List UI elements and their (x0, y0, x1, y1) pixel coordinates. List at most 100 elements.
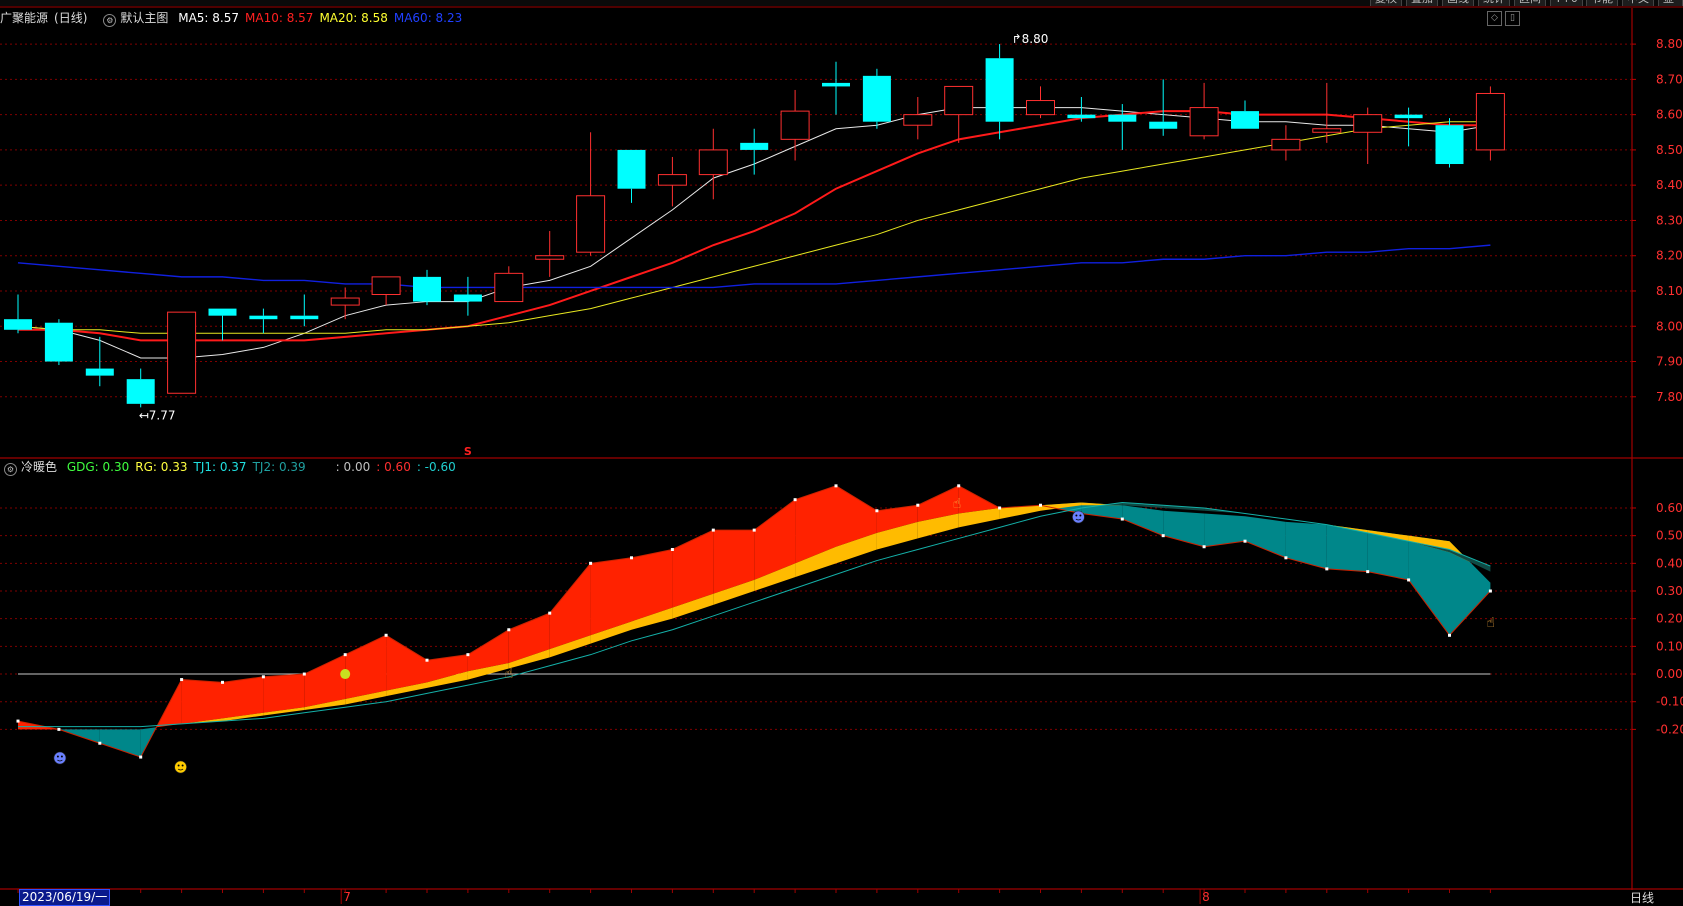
smile-face-icon-circle (174, 760, 187, 774)
gdg-point (1161, 534, 1165, 538)
candle (208, 308, 237, 341)
candle (44, 319, 73, 366)
candle-body (167, 311, 197, 394)
gdg-point (1039, 503, 1042, 507)
candle (371, 276, 401, 306)
main-tick-label: 8.30 (1656, 213, 1683, 227)
candle-body (1108, 114, 1137, 122)
candle-body (4, 319, 32, 330)
candle-body (1067, 114, 1096, 119)
candle (862, 68, 891, 129)
candle (903, 97, 933, 140)
candle (1189, 82, 1219, 140)
hand-pointer-icon-2: ☝ (953, 496, 962, 512)
candle-body (249, 315, 278, 320)
candle-body (822, 82, 850, 87)
candle (1067, 97, 1096, 122)
indicator-tick-label: -0.10 (1656, 695, 1683, 709)
sad-face-icon-eye (56, 755, 59, 758)
gdg-point (1202, 545, 1206, 549)
sad-face-icon-2-circle (1072, 510, 1085, 524)
candle-body (740, 142, 769, 150)
green-signal-icon (340, 669, 351, 680)
candle-body (1394, 114, 1423, 119)
gdg-point (343, 653, 347, 657)
candle (290, 294, 319, 327)
gdg-point (1448, 633, 1451, 637)
month-label: 7 (343, 890, 351, 904)
main-tick-label: 7.90 (1656, 355, 1683, 369)
indicator-tick-label: 0.40 (1656, 556, 1683, 570)
candle-body (371, 276, 401, 296)
indicator-tick-label: 0.20 (1656, 612, 1683, 626)
sad-face-icon-2 (1072, 510, 1085, 524)
gdg-point (670, 547, 674, 551)
gdg-point (834, 484, 838, 488)
candle-body (85, 368, 114, 376)
gdg-point (630, 556, 633, 560)
candle (698, 128, 728, 200)
gdg-point (957, 484, 961, 488)
warm-cool-band (99, 729, 141, 758)
candle-body (44, 322, 73, 362)
gdg-point (1325, 567, 1329, 571)
warm-cool-band (304, 654, 346, 708)
indicator-tick-label: 0.10 (1656, 639, 1683, 653)
candle-body (413, 276, 441, 302)
candle-body (985, 58, 1014, 122)
candle (657, 156, 687, 207)
month-label: 8 (1202, 890, 1210, 904)
period-label[interactable]: 日线 (1630, 889, 1654, 906)
candle-body (208, 308, 237, 316)
candle-body (330, 297, 360, 306)
candle (535, 231, 565, 277)
candle (822, 61, 850, 115)
candle-body (944, 85, 974, 116)
candle (1108, 104, 1137, 150)
main-tick-label: 8.70 (1656, 72, 1683, 86)
candle-body (1271, 138, 1301, 151)
gdg-point (1366, 570, 1370, 574)
candle (985, 44, 1014, 140)
hand-pointer-icon-3: ☝ (1486, 615, 1495, 631)
gdg-point (793, 498, 797, 502)
candle-body (1475, 92, 1505, 151)
gdg-point (16, 719, 20, 723)
candle (413, 269, 441, 306)
candle-body (617, 149, 646, 189)
candle (1435, 118, 1464, 168)
main-tick-label: 8.40 (1656, 178, 1683, 192)
gdg-point (1407, 578, 1411, 582)
indicator-tick-label: 0.30 (1656, 584, 1683, 598)
gdg-point (998, 506, 1002, 510)
candle (1026, 86, 1055, 119)
gdg-point (221, 680, 224, 684)
gdg-point (1243, 539, 1247, 543)
sad-face-icon-2-eye (1075, 514, 1078, 517)
warm-cool-band (1285, 521, 1327, 569)
sell-signal-marker: S (464, 445, 472, 458)
chart-canvas[interactable]: 8.80 8.70 8.60 8.50 8.40 8.30 8.20 8.10 8.00 7.90… (0, 0, 1683, 906)
candle-body (1435, 125, 1464, 165)
candle (1394, 107, 1423, 147)
main-tick-label: 8.60 (1656, 108, 1683, 122)
indicator-tick-label: 0.60 (1656, 501, 1683, 515)
gdg-point (98, 741, 102, 745)
gdg-point (752, 528, 756, 532)
candle (617, 149, 646, 203)
main-tick-label: 8.80 (1656, 37, 1683, 51)
main-tick-label: 8.20 (1656, 249, 1683, 263)
candle-body (1149, 121, 1178, 129)
candle-body (657, 174, 687, 186)
candle-body (494, 272, 524, 303)
candle-body (126, 379, 155, 404)
gdg-point (57, 727, 61, 731)
gdg-point (261, 675, 265, 679)
high-price-label: ↱8.80 (1012, 32, 1049, 46)
cursor-date: 2023/06/19/一 (19, 889, 111, 906)
candle (944, 85, 974, 143)
gdg-point (1284, 556, 1288, 560)
candle-body (1312, 128, 1342, 133)
gdg-point (180, 678, 184, 682)
candle (4, 294, 32, 334)
